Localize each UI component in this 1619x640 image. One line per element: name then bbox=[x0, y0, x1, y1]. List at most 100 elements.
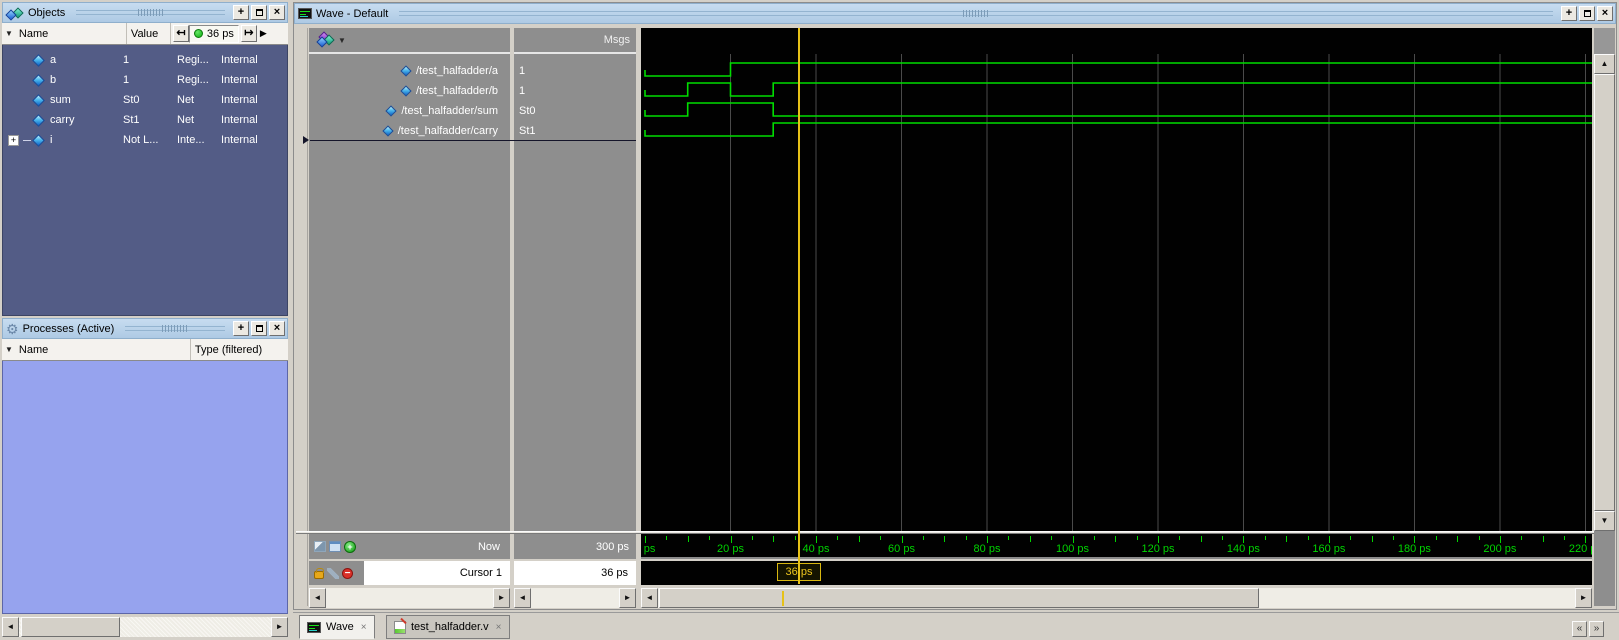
wave-close-button[interactable]: × bbox=[1597, 6, 1613, 21]
processes-panel: ⚙ Processes (Active) + × ▼ Name Type (fi… bbox=[2, 318, 288, 614]
delete-cursor-icon[interactable]: − bbox=[342, 568, 353, 579]
timeline-label: 140 ps bbox=[1227, 543, 1260, 555]
lock-cursor-icon[interactable] bbox=[314, 571, 324, 579]
header-scroll-right-icon[interactable]: ▶ bbox=[260, 28, 267, 39]
object-scope: Internal bbox=[217, 54, 287, 66]
wave-signal-row[interactable]: /test_halfadder/sum bbox=[309, 101, 510, 121]
scroll-thumb[interactable] bbox=[21, 617, 120, 637]
filter-triangle-icon[interactable]: ▼ bbox=[2, 345, 15, 354]
wave-grip[interactable] bbox=[399, 10, 1553, 17]
wave-float-button[interactable] bbox=[1579, 6, 1595, 21]
wave-value-row[interactable]: 1 bbox=[514, 61, 636, 81]
prev-transition-button[interactable]: ↤ bbox=[173, 25, 189, 42]
scroll-right-button[interactable]: ► bbox=[271, 617, 288, 637]
wave-vscrollbar[interactable]: ▲ ▼ bbox=[1594, 28, 1615, 606]
filter-triangle-icon[interactable]: ▼ bbox=[2, 29, 15, 38]
wave-msgs-header[interactable]: Msgs bbox=[514, 28, 636, 54]
wave-window: Wave - Default + × ▼ Msgs /test_halfadde… bbox=[293, 2, 1617, 610]
objects-title: Objects bbox=[28, 7, 65, 19]
values-hscrollbar[interactable]: ◄ ► bbox=[514, 588, 636, 608]
scroll-up-button[interactable]: ▲ bbox=[1594, 54, 1615, 74]
object-type: Regi... bbox=[171, 74, 217, 86]
scroll-left-button[interactable]: ◄ bbox=[309, 588, 326, 608]
wave-value-row[interactable]: St1 bbox=[514, 121, 636, 141]
cursor-properties-icon[interactable] bbox=[327, 568, 339, 579]
tabs-scroll-right-button[interactable]: » bbox=[1589, 621, 1604, 637]
wave-names-header[interactable]: ▼ bbox=[309, 28, 510, 54]
dropdown-icon[interactable]: ▼ bbox=[338, 36, 346, 45]
scroll-right-button[interactable]: ► bbox=[619, 588, 636, 608]
expand-window-icon[interactable] bbox=[329, 541, 341, 552]
objects-column-header: ▼ Name Value ↤ 36 ps ↦ ▶ bbox=[2, 23, 288, 45]
objects-close-button[interactable]: × bbox=[269, 5, 285, 20]
scroll-left-button[interactable]: ◄ bbox=[641, 588, 658, 608]
timeline-label: 20 ps bbox=[717, 543, 744, 555]
timeline-mode-icon[interactable] bbox=[314, 541, 326, 552]
cursor-track[interactable]: 36 ps bbox=[641, 561, 1592, 585]
processes-close-button[interactable]: × bbox=[269, 321, 285, 336]
objects-row[interactable]: sumSt0NetInternal bbox=[3, 90, 287, 110]
wave-hscrollbar[interactable]: ◄ ► bbox=[641, 588, 1592, 608]
timeline-tick bbox=[1543, 536, 1544, 542]
object-scope: Internal bbox=[217, 114, 287, 126]
objects-row[interactable]: b1Regi...Internal bbox=[3, 70, 287, 90]
names-hscrollbar[interactable]: ◄ ► bbox=[309, 588, 510, 608]
wave-value-row[interactable]: 1 bbox=[514, 81, 636, 101]
wave-signal-row[interactable]: /test_halfadder/a bbox=[309, 61, 510, 81]
close-icon[interactable]: × bbox=[496, 622, 502, 633]
scroll-left-button[interactable]: ◄ bbox=[514, 588, 531, 608]
processes-grip[interactable] bbox=[125, 325, 225, 332]
object-scope: Internal bbox=[217, 134, 287, 146]
wave-value-row[interactable]: St0 bbox=[514, 101, 636, 121]
timeline-tick bbox=[987, 536, 988, 543]
expand-button[interactable]: + bbox=[8, 135, 19, 146]
processes-col-name[interactable]: Name bbox=[15, 339, 191, 360]
now-row-value: 300 ps bbox=[514, 534, 636, 559]
add-cursor-icon[interactable]: + bbox=[344, 541, 356, 553]
objects-add-button[interactable]: + bbox=[233, 5, 249, 20]
objects-icon bbox=[6, 6, 24, 20]
wave-titlebar[interactable]: Wave - Default + × bbox=[294, 3, 1616, 24]
objects-titlebar[interactable]: Objects + × bbox=[2, 2, 288, 23]
objects-grip[interactable] bbox=[76, 9, 225, 16]
wave-signal-row[interactable]: /test_halfadder/b bbox=[309, 81, 510, 101]
processes-add-button[interactable]: + bbox=[233, 321, 249, 336]
tabs-scroll-left-button[interactable]: « bbox=[1572, 621, 1587, 637]
timeline-scale[interactable]: 0 ps20 ps40 ps60 ps80 ps100 ps120 ps140 … bbox=[641, 534, 1592, 559]
tab-test-halfadder[interactable]: test_halfadder.v × bbox=[386, 615, 510, 639]
timeline-tick bbox=[1479, 536, 1480, 540]
timeline-tick bbox=[1329, 536, 1330, 543]
cursor-name-cell[interactable]: Cursor 1 bbox=[364, 561, 510, 585]
scroll-right-button[interactable]: ► bbox=[1575, 588, 1592, 608]
run-state-icon bbox=[194, 29, 203, 38]
wave-signal-row[interactable]: /test_halfadder/carry bbox=[309, 121, 510, 141]
scroll-left-button[interactable]: ◄ bbox=[2, 617, 19, 637]
timeline-label: 80 ps bbox=[974, 543, 1001, 555]
processes-float-button[interactable] bbox=[251, 321, 267, 336]
timeline-tick bbox=[1500, 536, 1501, 543]
objects-row[interactable]: +iNot L...Inte...Internal bbox=[3, 130, 287, 150]
wave-add-button[interactable]: + bbox=[1561, 6, 1577, 21]
waveform-canvas[interactable] bbox=[641, 54, 1592, 531]
processes-titlebar[interactable]: ⚙ Processes (Active) + × bbox=[2, 318, 288, 339]
scroll-down-button[interactable]: ▼ bbox=[1594, 511, 1615, 531]
signal-value: 1 bbox=[519, 65, 525, 77]
objects-row[interactable]: a1Regi...Internal bbox=[3, 50, 287, 70]
objects-col-value[interactable]: Value bbox=[127, 23, 171, 44]
next-transition-button[interactable]: ↦ bbox=[241, 25, 257, 42]
wave-cursor-line[interactable] bbox=[798, 28, 800, 584]
cursor-value-cell[interactable]: 36 ps bbox=[514, 561, 636, 585]
wave-window-icon bbox=[298, 8, 312, 19]
objects-row[interactable]: carrySt1NetInternal bbox=[3, 110, 287, 130]
objects-float-button[interactable] bbox=[251, 5, 267, 20]
object-type: Net bbox=[171, 114, 217, 126]
scroll-thumb[interactable] bbox=[659, 588, 1259, 608]
tab-wave[interactable]: Wave × bbox=[299, 615, 375, 639]
objects-col-name[interactable]: Name bbox=[15, 23, 127, 44]
close-icon[interactable]: × bbox=[361, 622, 367, 633]
left-panel-hscrollbar[interactable]: ◄ ► bbox=[2, 617, 288, 637]
processes-col-type[interactable]: Type (filtered) bbox=[191, 339, 288, 360]
signal-diamond-icon bbox=[32, 134, 45, 147]
scroll-thumb[interactable] bbox=[1594, 74, 1615, 511]
scroll-right-button[interactable]: ► bbox=[493, 588, 510, 608]
